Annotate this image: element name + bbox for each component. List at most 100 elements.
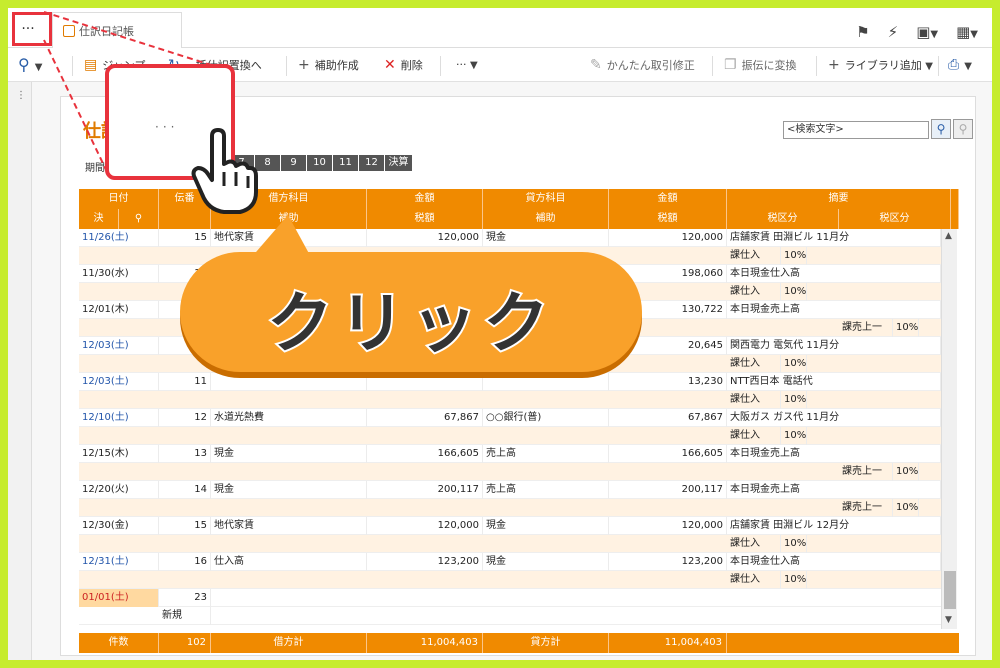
row-tax-rate: 10% [781,391,807,409]
search-next-button[interactable]: ⚲ [953,119,973,139]
library-add-button[interactable]: + ライブラリ追加 ▼ [828,48,933,82]
tab-label: 仕訳日記帳 [79,25,134,38]
header-search[interactable]: ⚲ [119,209,159,229]
delete-button[interactable]: ✕ 削除 [384,48,423,82]
table-row[interactable]: 12/31(土) 16 仕入高 123,200 現金 123,200 本日現金仕入高 [79,553,941,571]
row-amount: 166,605 [367,445,483,463]
row-summary: 店舗家賃 田淵ビル 12月分 [727,517,941,535]
add-sub-button[interactable]: + 補助作成 [298,48,359,82]
row-denban: 12 [159,409,211,427]
pencil-icon: ✎ [590,57,602,73]
table-subrow[interactable]: 課売上一 10% [79,463,941,481]
scroll-up-icon[interactable]: ▲ [945,231,952,241]
footer-credit-total: 11,004,403 [609,633,727,653]
row-amount: 120,000 [367,229,483,247]
row-date: 12/31(土) [79,553,159,571]
row-date: 12/15(木) [79,445,159,463]
add-sub-label: 補助作成 [314,59,359,72]
row-date: 11/30(水) [79,265,159,283]
row-amount: 123,200 [367,553,483,571]
chevron-down-icon: ▼ [470,60,478,71]
row-credit-account: 現金 [483,553,609,571]
to-transfer-button[interactable]: ❐ 振伝に変換 [724,48,797,82]
row-denban: 15 [159,229,211,247]
footer-count-label: 件数 [79,633,159,653]
new-label: 新規 [159,607,211,625]
new-label-row: 新規 [79,607,941,625]
row-summary: 店舗家賃 田淵ビル 11月分 [727,229,941,247]
row-summary: 本日現金仕入高 [727,265,941,283]
row-summary: 本日現金売上高 [727,445,941,463]
table-subrow[interactable]: 課仕入 10% [79,391,941,409]
row-summary: 本日現金売上高 [727,481,941,499]
tab-bar: ··· 仕訳日記帳 ⚑ ⚡ ▣▼ ▦▼ [8,8,992,48]
new-entry-row[interactable]: 01/01(土) 23 [79,589,941,607]
row-amount: 200,117 [367,481,483,499]
header-amount: 金額 [367,189,483,209]
header-note-icon[interactable] [951,189,959,209]
window-icon[interactable]: ▣▼ [916,23,938,41]
row-tax-rate: 10% [781,571,807,589]
table-row[interactable]: 12/20(火) 14 現金 200,117 売上高 200,117 本日現金売上高 [79,481,941,499]
header-kessan: 決 [79,209,119,229]
click-badge: クリック [180,252,642,372]
header-taxcls: 税区分 [727,209,839,229]
month-button[interactable]: 11 [333,155,359,171]
table-row[interactable]: 12/30(金) 15 地代家賃 120,000 現金 120,000 店舗家賃 田淵ビル … [79,517,941,535]
search-tool-button[interactable]: ⚲ ▼ [18,48,42,82]
search-input[interactable]: <検索文字> [783,121,929,139]
to-transfer-label: 振伝に変換 [741,59,797,72]
new-entry-date[interactable]: 01/01(土) [79,589,159,607]
header-tax2: 税額 [609,209,727,229]
search-icon: ⚲ [18,55,30,74]
journal-icon [63,25,75,37]
row-summary: 本日現金仕入高 [727,553,941,571]
overflow-glyph-zoomed: ··· [155,120,179,134]
month-button[interactable]: 9 [281,155,307,171]
grip-icon[interactable]: ⋮ [16,90,26,101]
kessan-button[interactable]: 決算 [385,155,413,171]
table-row[interactable]: 12/15(木) 13 現金 166,605 売上高 166,605 本日現金売上高 [79,445,941,463]
row-summary: 大阪ガス ガス代 11月分 [727,409,941,427]
row-credit-account: ○○銀行(普) [483,409,609,427]
table-subrow[interactable]: 課売上一 10% [79,499,941,517]
row-amount [367,373,483,391]
month-button[interactable]: 12 [359,155,385,171]
table-subrow[interactable]: 課仕入 10% [79,427,941,445]
more-label: ··· [456,58,467,71]
bookmark-icon[interactable]: ⚑ [856,23,869,41]
print-button[interactable]: ⎙ ▼ [948,48,972,82]
pointer-hand-icon [191,128,258,214]
row-tax-class: 課仕入 [727,391,781,409]
search-icon: ⚲ [936,122,946,136]
tab-journal[interactable]: 仕訳日記帳 [52,12,182,48]
table-row[interactable]: 12/10(土) 12 水道光熱費 67,867 ○○銀行(普) 67,867 大阪ガス ガ… [79,409,941,427]
footer-debit-label: 借方計 [211,633,367,653]
scroll-down-icon[interactable]: ▼ [945,615,952,625]
row-amount2: 13,230 [609,373,727,391]
table-row[interactable]: 12/03(土) 11 13,230 NTT西日本 電話代 [79,373,941,391]
footer-debit-total: 11,004,403 [367,633,483,653]
toolbar-divider [816,56,817,76]
vertical-scrollbar[interactable]: ▲ ▼ [941,229,957,629]
scroll-thumb[interactable] [944,571,956,609]
toolbar-divider [712,56,713,76]
table-subrow[interactable]: 課仕入 10% [79,535,941,553]
row-debit-account: 水道光熱費 [211,409,367,427]
row-tax-class: 課仕入 [727,427,781,445]
row-amount2: 120,000 [609,229,727,247]
row-date: 12/20(火) [79,481,159,499]
footer-credit-label: 貸方計 [483,633,609,653]
search-button[interactable]: ⚲ [931,119,951,139]
row-debit-account [211,373,367,391]
table-subrow[interactable]: 課仕入 10% [79,571,941,589]
lightning-icon[interactable]: ⚡ [888,23,899,41]
overflow-menu-button[interactable]: ··· [16,18,40,40]
row-date: 12/10(土) [79,409,159,427]
table-row[interactable]: 11/26(土) 15 地代家賃 120,000 現金 120,000 店舗家賃 田淵ビル … [79,229,941,247]
header-tag-icon[interactable] [951,209,959,229]
easy-fix-button[interactable]: ✎ かんたん取引修正 [590,48,695,82]
more-button[interactable]: ··· ▼ [456,48,478,82]
excel-icon[interactable]: ▦▼ [956,23,978,41]
month-button[interactable]: 10 [307,155,333,171]
